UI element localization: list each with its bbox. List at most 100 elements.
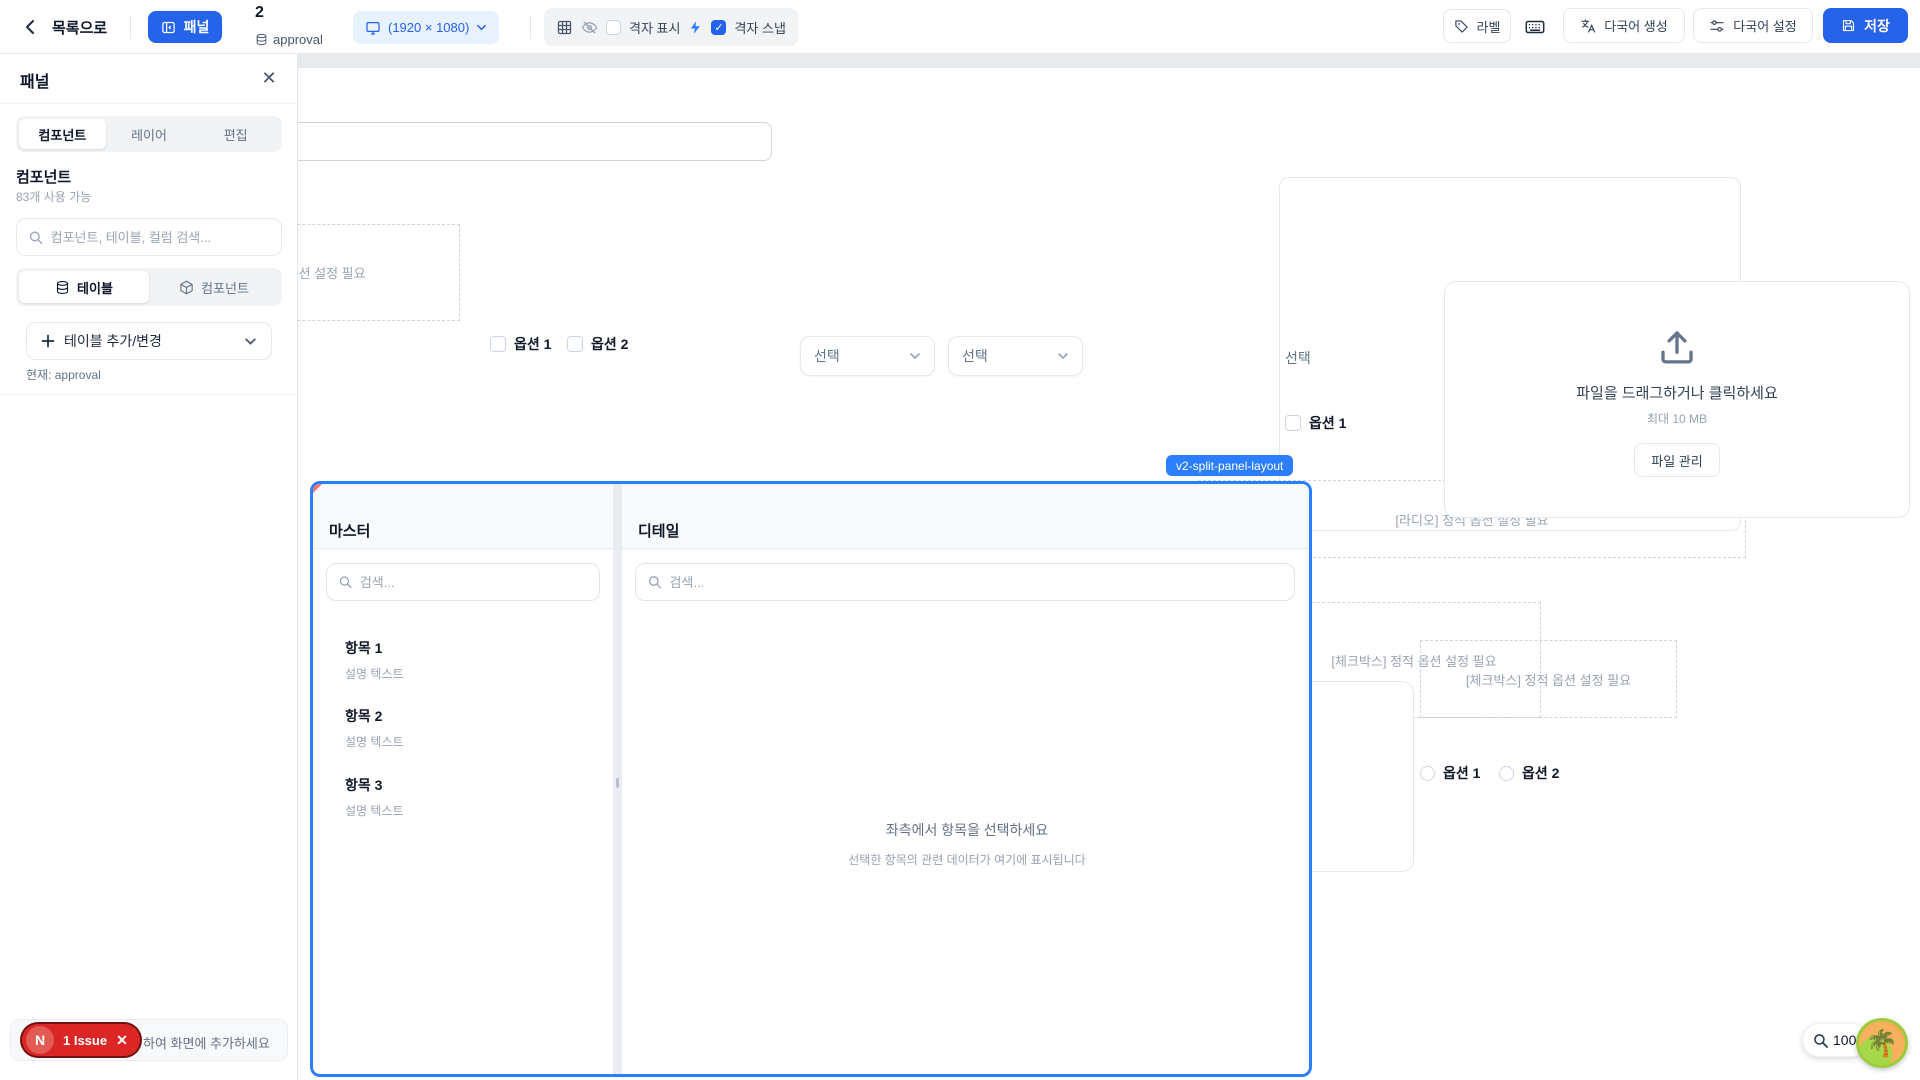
checkbox-label[interactable]: 옵션 2 bbox=[591, 334, 628, 354]
upload-size-limit: 최대 10 MB bbox=[1647, 410, 1707, 427]
i18n-settings-button[interactable]: 다국어 설정 bbox=[1693, 8, 1813, 43]
radio-label[interactable]: 옵션 2 bbox=[1522, 763, 1559, 783]
item-desc: 설명 텍스트 bbox=[345, 665, 404, 682]
split-resizer-handle[interactable] bbox=[613, 484, 622, 1074]
lightning-icon bbox=[688, 20, 703, 35]
select-value: 선택 bbox=[814, 346, 840, 366]
checkbox-option-2[interactable]: 옵션 2 bbox=[567, 334, 628, 354]
grid-icon bbox=[556, 19, 573, 36]
components-count: 83개 사용 가능 bbox=[16, 188, 91, 205]
i18n-generate-button[interactable]: 다국어 생성 bbox=[1563, 8, 1685, 43]
grid-show-checkbox[interactable] bbox=[606, 20, 621, 35]
checkbox-label[interactable]: 옵션 1 bbox=[514, 334, 551, 354]
upload-title: 파일을 드래그하거나 클릭하세요 bbox=[1576, 382, 1778, 403]
detail-empty-desc: 선택한 항목의 관련 데이터가 여기에 표시됩니다 bbox=[848, 851, 1085, 868]
detail-search-input[interactable] bbox=[670, 575, 1282, 590]
checkbox-icon[interactable] bbox=[1285, 415, 1301, 431]
master-search-box[interactable] bbox=[326, 563, 600, 601]
issue-count: 1 Issue bbox=[63, 1033, 107, 1048]
chevron-down-icon bbox=[244, 335, 257, 348]
grid-show-label[interactable]: 격자 표시 bbox=[629, 18, 680, 37]
tab-components[interactable]: 컴포넌트 bbox=[19, 119, 106, 149]
divider bbox=[530, 15, 531, 39]
magnifier-icon bbox=[1813, 1033, 1828, 1048]
split-panel-layout-widget[interactable]: 마스터 항목 1 설명 텍스트 항목 2 설명 텍스트 항목 3 설명 텍스트 … bbox=[310, 481, 1312, 1077]
divider bbox=[130, 15, 131, 39]
detail-search-box[interactable] bbox=[635, 563, 1295, 601]
master-search-input[interactable] bbox=[360, 575, 587, 590]
table-name: approval bbox=[273, 32, 323, 47]
panel-icon bbox=[161, 20, 176, 35]
panel-toggle-button[interactable]: 패널 bbox=[148, 11, 222, 43]
grid-snap-label[interactable]: 격자 스냅 bbox=[734, 18, 785, 37]
file-manage-button[interactable]: 파일 관리 bbox=[1634, 443, 1719, 477]
tab-layers[interactable]: 레이어 bbox=[106, 119, 193, 149]
screen-size-value: (1920 × 1080) bbox=[388, 20, 469, 35]
item-title: 항목 2 bbox=[345, 706, 404, 726]
keyboard-shortcuts-button[interactable] bbox=[1524, 0, 1546, 54]
zoom-level: 100 bbox=[1833, 1032, 1856, 1048]
select-widget-1[interactable]: 선택 bbox=[800, 336, 935, 376]
master-pane-header: 마스터 bbox=[313, 484, 613, 549]
upload-icon bbox=[1656, 326, 1698, 368]
radio-option-1[interactable]: 옵션 1 bbox=[1420, 763, 1480, 783]
master-list-item-1[interactable]: 항목 1 설명 텍스트 bbox=[345, 638, 404, 682]
radio-icon[interactable] bbox=[1420, 766, 1435, 781]
select-value: 선택 bbox=[962, 346, 988, 366]
checkbox-icon[interactable] bbox=[490, 336, 506, 352]
checkbox-warning-text: [체크박스] 정적 옵션 설정 필요 bbox=[1466, 670, 1631, 689]
component-search-input[interactable] bbox=[51, 230, 269, 245]
resizer-grip[interactable] bbox=[616, 778, 619, 788]
table-indicator: approval bbox=[255, 32, 323, 47]
toggle-table-button[interactable]: 테이블 bbox=[19, 271, 149, 303]
top-toolbar: 목록으로 패널 2 approval (1920 × 1080) 격자 표시 ✓… bbox=[0, 0, 1920, 54]
search-icon bbox=[339, 575, 352, 589]
current-table-label: 현재: approval bbox=[26, 366, 101, 383]
chevron-down-icon bbox=[909, 350, 921, 362]
i18n-settings-label: 다국어 설정 bbox=[1733, 16, 1796, 35]
panel-button-label: 패널 bbox=[184, 17, 210, 37]
select-widget-2[interactable]: 선택 bbox=[948, 336, 1083, 376]
grid-snap-checkbox[interactable]: ✓ bbox=[711, 20, 726, 35]
monitor-icon bbox=[365, 20, 381, 36]
label-button[interactable]: 라벨 bbox=[1443, 9, 1511, 43]
add-table-dropdown[interactable]: 테이블 추가/변경 bbox=[26, 322, 272, 360]
i18n-generate-label: 다국어 생성 bbox=[1604, 16, 1667, 35]
item-desc: 설명 텍스트 bbox=[345, 802, 404, 819]
radio-label[interactable]: 옵션 1 bbox=[1443, 763, 1480, 783]
container-select-value[interactable]: 선택 bbox=[1285, 348, 1311, 368]
label-button-label: 라벨 bbox=[1477, 17, 1501, 36]
close-icon[interactable]: ✕ bbox=[257, 66, 281, 90]
eye-off-icon bbox=[581, 19, 598, 36]
checkbox-label[interactable]: 옵션 1 bbox=[1309, 413, 1346, 433]
save-button[interactable]: 저장 bbox=[1823, 8, 1908, 43]
plus-icon bbox=[41, 334, 55, 348]
master-list-item-2[interactable]: 항목 2 설명 텍스트 bbox=[345, 706, 404, 750]
source-toggle: 테이블 컴포넌트 bbox=[16, 268, 282, 306]
toggle-component-button[interactable]: 컴포넌트 bbox=[149, 271, 279, 303]
arrow-left-icon bbox=[22, 18, 40, 36]
tab-edit[interactable]: 편집 bbox=[192, 119, 279, 149]
detail-empty-title: 좌측에서 항목을 선택하세요 bbox=[886, 820, 1048, 840]
divider bbox=[0, 394, 297, 395]
radio-option-2[interactable]: 옵션 2 bbox=[1499, 763, 1559, 783]
selection-corner-marker bbox=[313, 484, 322, 493]
page-number: 2 bbox=[255, 4, 264, 22]
back-button[interactable] bbox=[22, 0, 40, 54]
checkbox-icon[interactable] bbox=[567, 336, 583, 352]
close-icon[interactable]: ✕ bbox=[116, 1032, 128, 1049]
checkbox-option-1[interactable]: 옵션 1 bbox=[490, 334, 551, 354]
search-icon bbox=[648, 575, 662, 589]
back-label[interactable]: 목록으로 bbox=[52, 0, 107, 54]
selected-component-badge: v2-split-panel-layout bbox=[1166, 455, 1293, 476]
checkbox-warning-placeholder-2[interactable]: [체크박스] 정적 옵션 설정 필요 bbox=[1420, 640, 1677, 718]
master-list-item-3[interactable]: 항목 3 설명 텍스트 bbox=[345, 775, 404, 819]
radio-icon[interactable] bbox=[1499, 766, 1514, 781]
components-section-title: 컴포넌트 bbox=[16, 166, 71, 187]
screen-size-dropdown[interactable]: (1920 × 1080) bbox=[353, 11, 499, 44]
component-search-box[interactable] bbox=[16, 218, 282, 256]
issue-badge[interactable]: N 1 Issue ✕ bbox=[20, 1022, 142, 1058]
file-upload-dropzone[interactable]: 파일을 드래그하거나 클릭하세요 최대 10 MB 파일 관리 bbox=[1444, 281, 1910, 518]
container-checkbox-option-1[interactable]: 옵션 1 bbox=[1285, 413, 1346, 433]
island-sticker-icon[interactable]: 🌴 bbox=[1856, 1018, 1908, 1068]
